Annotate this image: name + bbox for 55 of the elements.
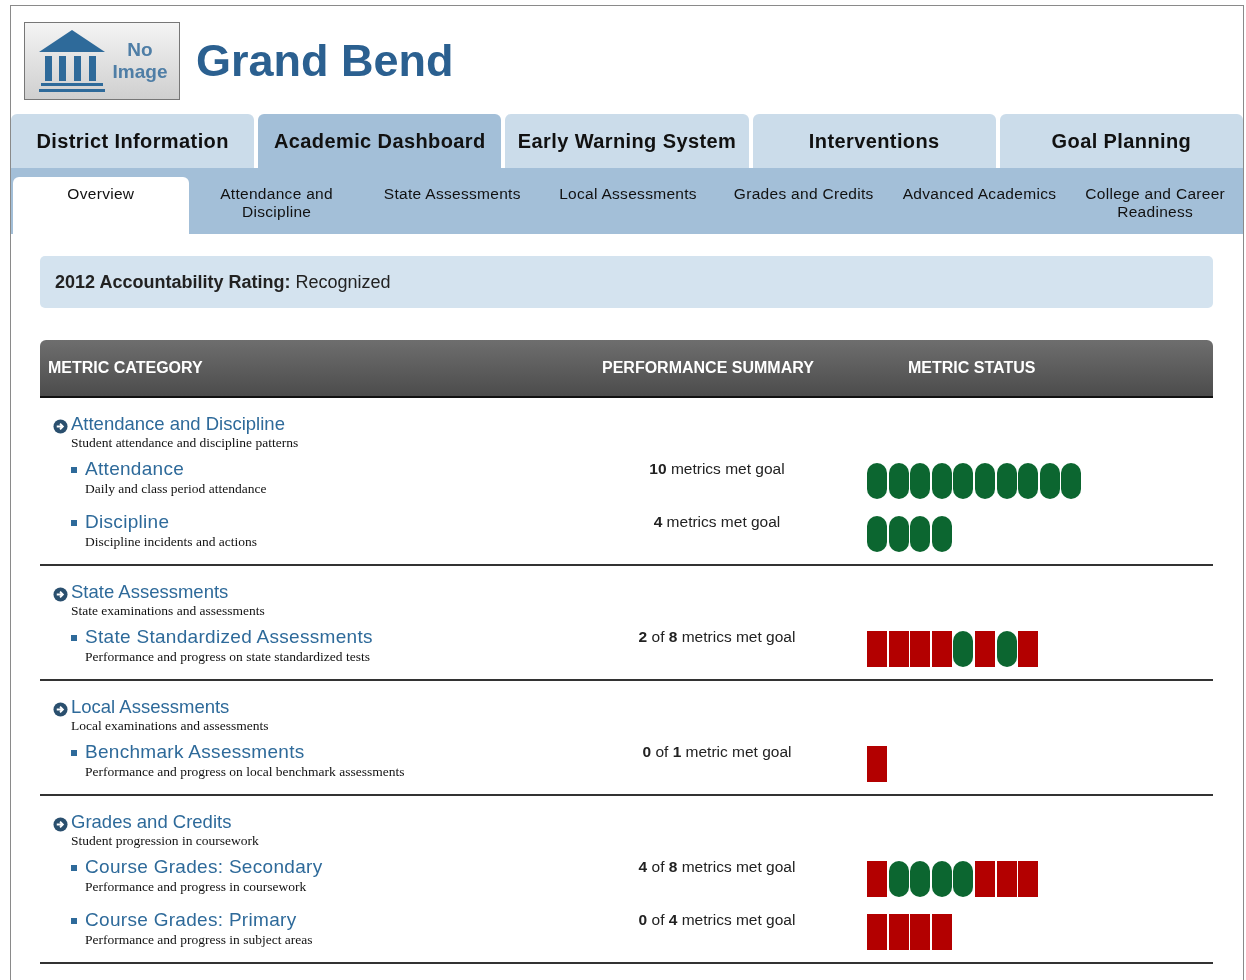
sub-tab[interactable]: Local Assessments	[540, 177, 716, 234]
column-header: METRIC STATUS	[907, 359, 1037, 377]
category-description: State examinations and assessments	[71, 602, 265, 620]
main-tab[interactable]: Goal Planning	[999, 114, 1243, 168]
metric-description: Discipline incidents and actions	[85, 533, 258, 551]
bullet-icon	[71, 918, 77, 924]
metric-description: Performance and progress in subject areas	[85, 931, 313, 949]
metric-link[interactable]: Discipline	[85, 511, 258, 533]
main-tab[interactable]: District Information	[11, 114, 255, 168]
bullet-icon	[71, 750, 77, 756]
metric-link[interactable]: Course Grades: Primary	[85, 909, 313, 931]
metric-description: Performance and progress in coursework	[85, 878, 308, 896]
sub-tab[interactable]: Attendance and Discipline	[188, 177, 365, 234]
category-description: Student attendance and discipline patterns	[71, 434, 299, 452]
category-link[interactable]: Attendance and Discipline	[71, 414, 299, 434]
metric-link[interactable]: State Standardized Assessments	[85, 626, 373, 648]
sub-tab[interactable]: State Assessments	[364, 177, 541, 234]
sub-tab[interactable]: College and Career Readiness	[1067, 177, 1244, 234]
metric-link[interactable]: Attendance	[85, 458, 267, 480]
accountability-rating: 2012 Accountability Rating: Recognized	[40, 256, 1213, 308]
main-tab[interactable]: Academic Dashboard	[258, 114, 502, 168]
performance-summary: 4 metrics met goal	[652, 512, 782, 532]
building-icon	[36, 28, 107, 94]
column-header: METRIC CATEGORY	[47, 359, 204, 377]
category-link[interactable]: State Assessments	[71, 582, 265, 602]
district-title: Grand Bend	[196, 35, 454, 87]
arrow-circle-icon	[53, 702, 68, 717]
performance-summary: 4 of 8 metrics met goal	[637, 857, 797, 877]
performance-summary: 10 metrics met goal	[648, 459, 786, 479]
main-tab[interactable]: Interventions	[752, 114, 996, 168]
column-header: PERFORMANCE SUMMARY	[601, 359, 815, 377]
arrow-circle-icon	[53, 419, 68, 434]
sub-tab[interactable]: Advanced Academics	[891, 177, 1068, 234]
bullet-icon	[71, 467, 77, 473]
main-tab[interactable]: Early Warning System	[505, 114, 749, 168]
bullet-icon	[71, 865, 77, 871]
category-description: Student progression in coursework	[71, 832, 259, 850]
category-description: Local examinations and assessments	[71, 717, 269, 735]
category-link[interactable]: Grades and Credits	[71, 812, 259, 832]
sub-tab[interactable]: Overview	[13, 177, 189, 234]
bullet-icon	[71, 520, 77, 526]
performance-summary: 0 of 4 metrics met goal	[637, 910, 797, 930]
logo-text: No Image	[112, 39, 168, 83]
metric-link[interactable]: Benchmark Assessments	[85, 741, 405, 763]
arrow-circle-icon	[53, 587, 68, 602]
category-link[interactable]: Local Assessments	[71, 697, 269, 717]
arrow-circle-icon	[53, 817, 68, 832]
metric-link[interactable]: Course Grades: Secondary	[85, 856, 323, 878]
metric-description: Daily and class period attendance	[85, 480, 267, 498]
bullet-icon	[71, 635, 77, 641]
performance-summary: 2 of 8 metrics met goal	[637, 627, 797, 647]
metric-description: Performance and progress on state standardized tests	[85, 648, 371, 666]
sub-tab[interactable]: Grades and Credits	[715, 177, 892, 234]
metric-description: Performance and progress on local benchmark assessments	[85, 763, 405, 781]
performance-summary: 0 of 1 metric met goal	[641, 742, 793, 762]
